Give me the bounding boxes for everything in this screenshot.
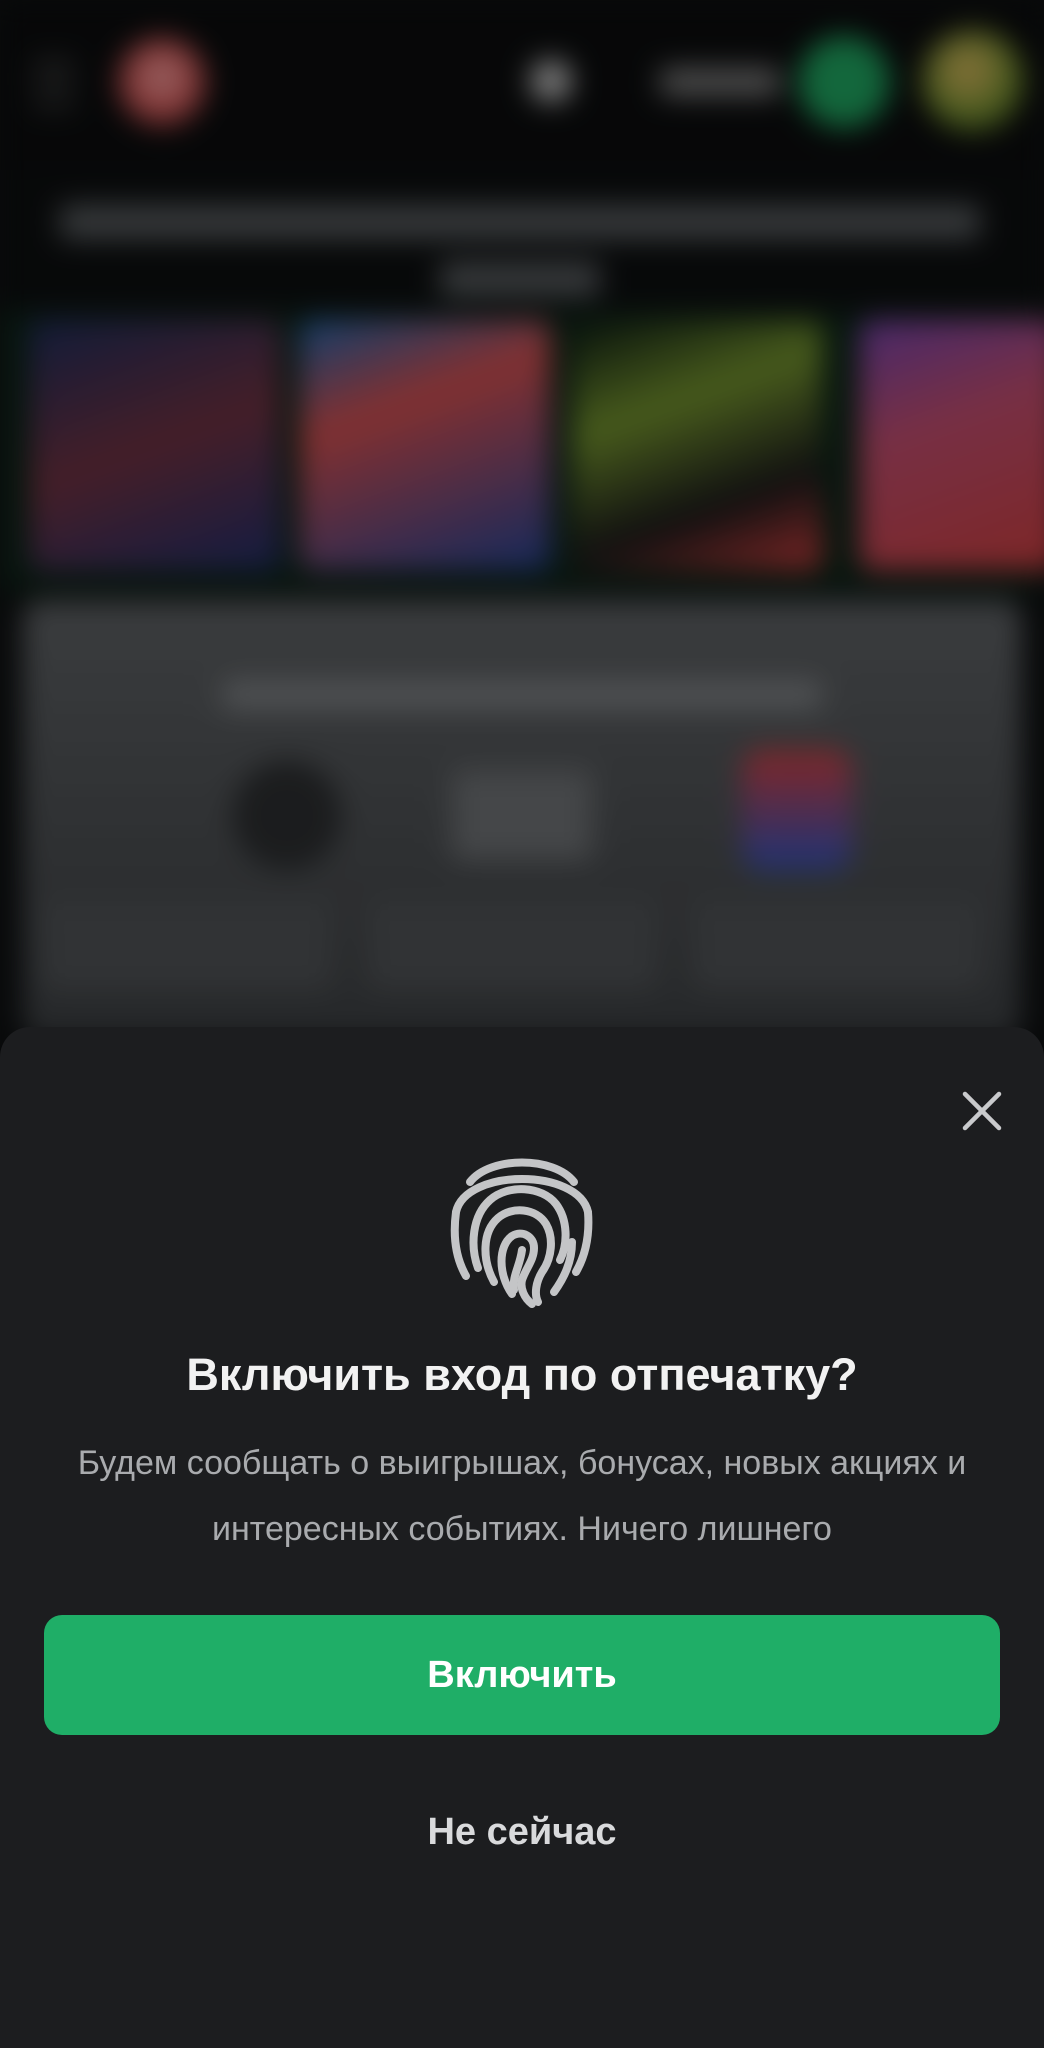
not-now-button[interactable]: Не сейчас bbox=[322, 1787, 722, 1877]
fingerprint-icon bbox=[450, 1158, 593, 1308]
dialog-description: Будем сообщать о выигрышах, бонусах, нов… bbox=[77, 1444, 967, 1548]
close-button[interactable] bbox=[954, 1083, 1010, 1139]
dialog-title: Включить вход по отпечатку? bbox=[186, 1349, 858, 1400]
enable-fingerprint-button[interactable]: Включить bbox=[44, 1615, 1000, 1735]
modal-scrim[interactable] bbox=[0, 0, 1044, 1100]
fingerprint-bottom-sheet: Включить вход по отпечатку? Будем сообща… bbox=[0, 1027, 1044, 2048]
screen: Включить вход по отпечатку? Будем сообща… bbox=[0, 0, 1044, 2048]
close-icon bbox=[962, 1091, 1002, 1131]
